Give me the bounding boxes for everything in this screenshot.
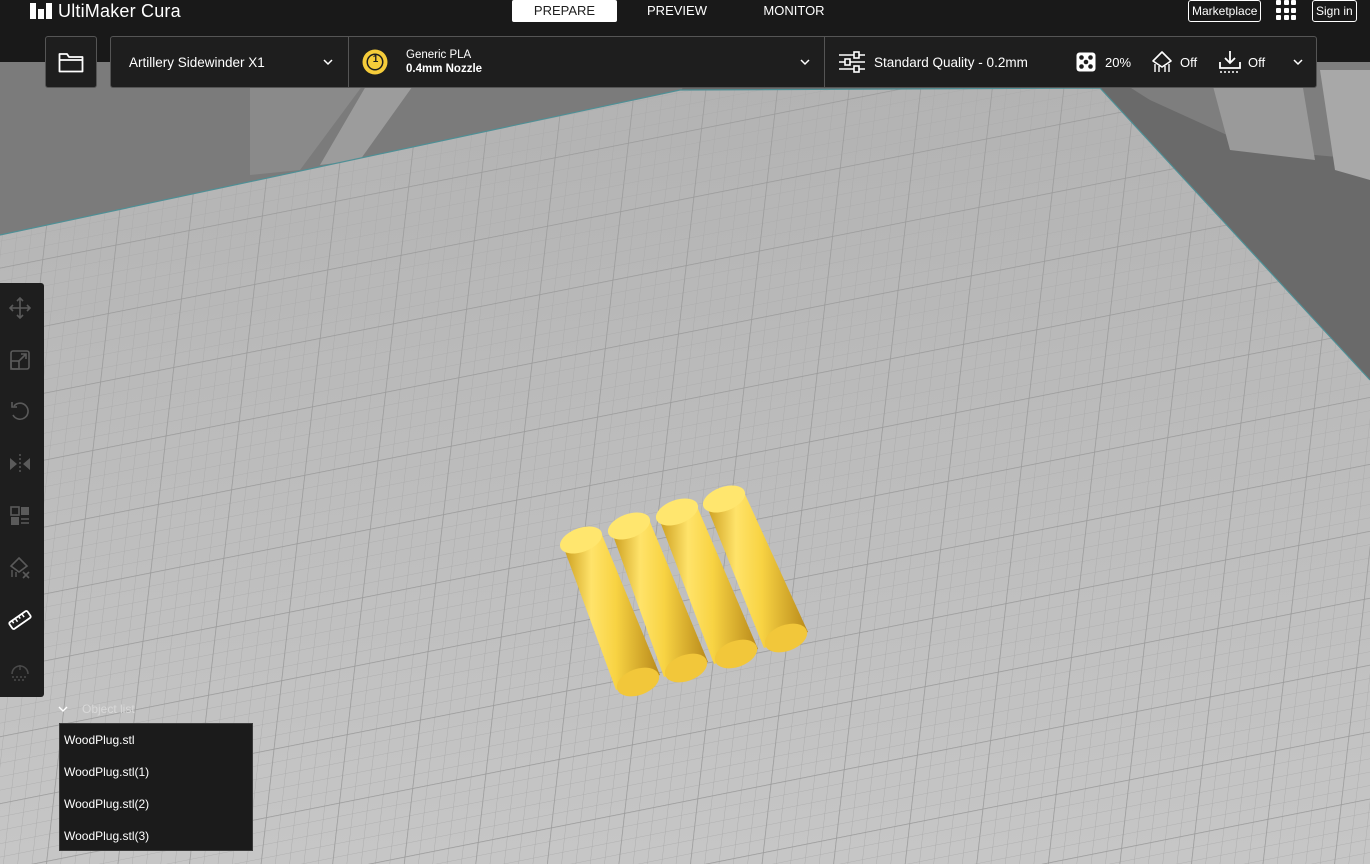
marketplace-button[interactable]: Marketplace [1188, 0, 1262, 22]
list-item[interactable]: WoodPlug.stl [64, 733, 134, 747]
chevron-down-icon [323, 59, 333, 66]
material-selector[interactable]: 1 Generic PLA 0.4mm Nozzle [361, 37, 821, 87]
object-list-title: Object list [82, 702, 135, 716]
paint-tool-icon [11, 665, 29, 681]
adhesion-value: Off [1248, 55, 1266, 70]
object-list: WoodPlug.stl WoodPlug.stl(1) WoodPlug.st… [59, 723, 253, 851]
open-file-button[interactable] [45, 36, 97, 88]
quality-profile: Standard Quality - 0.2mm [874, 54, 1028, 70]
mirror-tool-button[interactable] [7, 451, 33, 477]
move-tool-icon [9, 297, 31, 319]
move-tool-button[interactable] [7, 295, 33, 321]
support-blocker-button[interactable] [7, 555, 33, 581]
print-settings-selector[interactable]: Standard Quality - 0.2mm 20% Off Off [838, 37, 1308, 87]
tab-preview[interactable]: PREVIEW [617, 0, 737, 22]
paint-tool-button[interactable] [7, 659, 33, 685]
sign-in-button[interactable]: Sign in [1312, 0, 1357, 22]
ultimaker-logo-icon [30, 3, 52, 19]
list-item[interactable]: WoodPlug.stl(3) [64, 829, 149, 843]
tool-panel [0, 283, 44, 697]
measure-tool-icon [8, 610, 32, 630]
infill-value: 20% [1105, 55, 1132, 70]
rotate-tool-icon [11, 402, 29, 421]
scale-tool-button[interactable] [7, 347, 33, 373]
settings-sliders-icon [839, 51, 865, 73]
infill-icon [1076, 52, 1096, 72]
app-name: UltiMaker Cura [58, 0, 181, 21]
stage-tabs: PREPARE PREVIEW MONITOR [512, 0, 851, 22]
printer-name: Artillery Sidewinder X1 [129, 54, 265, 70]
app-logo: UltiMaker Cura [30, 0, 181, 22]
measure-tool-button[interactable] [7, 607, 33, 633]
tab-prepare[interactable]: PREPARE [512, 0, 617, 22]
scale-tool-icon [10, 350, 30, 370]
support-icon [1152, 51, 1172, 72]
apps-grid-icon[interactable] [1276, 0, 1296, 20]
mirror-tool-icon [10, 454, 30, 474]
support-value: Off [1180, 55, 1198, 70]
chevron-down-icon [58, 706, 68, 712]
print-setup-panel: Artillery Sidewinder X1 1 Generic PLA 0.… [110, 36, 1317, 88]
rotate-tool-button[interactable] [7, 398, 33, 424]
support-blocker-icon [9, 556, 30, 579]
chevron-down-icon [800, 59, 810, 66]
tab-monitor[interactable]: MONITOR [737, 0, 851, 22]
object-list-toggle[interactable]: Object list [58, 702, 135, 716]
printer-selector[interactable]: Artillery Sidewinder X1 [129, 37, 339, 87]
per-model-settings-icon [10, 506, 29, 525]
material-name: Generic PLA [406, 49, 472, 61]
nozzle-size: 0.4mm Nozzle [406, 63, 483, 75]
list-item[interactable]: WoodPlug.stl(1) [64, 765, 149, 779]
extruder-number: 1 [372, 54, 379, 65]
per-model-settings-button[interactable] [7, 503, 33, 529]
adhesion-icon [1219, 51, 1241, 73]
chevron-down-icon [1293, 59, 1303, 66]
list-item[interactable]: WoodPlug.stl(2) [64, 797, 149, 811]
folder-icon [58, 53, 84, 73]
